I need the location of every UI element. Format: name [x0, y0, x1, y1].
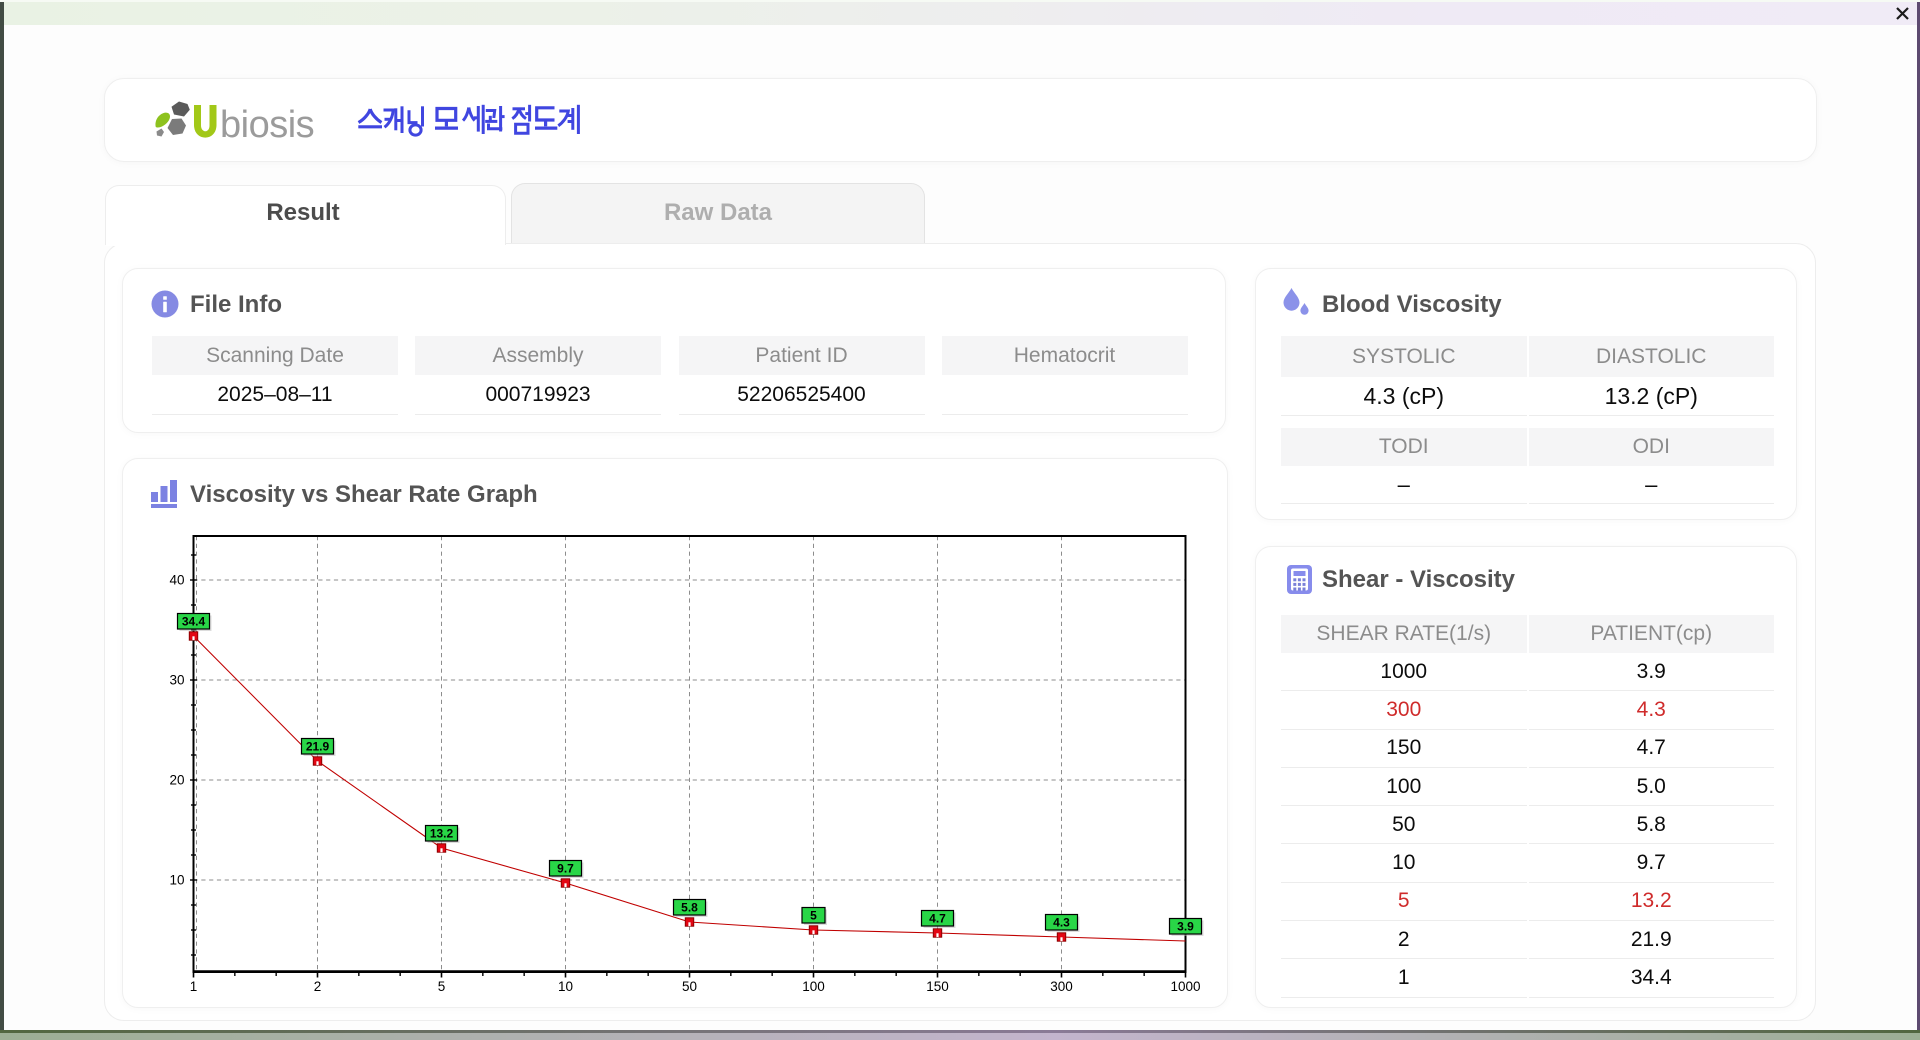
svg-text:5: 5	[810, 909, 817, 923]
svg-text:13.2: 13.2	[430, 827, 454, 841]
svg-text:1: 1	[190, 979, 198, 994]
svg-text:3.9: 3.9	[1177, 920, 1194, 934]
svg-text:9.7: 9.7	[557, 862, 574, 876]
svg-text:100: 100	[802, 979, 825, 994]
svg-text:20: 20	[169, 773, 184, 788]
svg-text:10: 10	[558, 979, 573, 994]
svg-text:biosis: biosis	[220, 104, 314, 142]
svg-text:150: 150	[926, 979, 949, 994]
svg-text:5: 5	[438, 979, 446, 994]
svg-text:40: 40	[169, 573, 184, 588]
svg-text:4.3: 4.3	[1053, 916, 1070, 930]
svg-text:1000: 1000	[1170, 979, 1200, 994]
svg-text:300: 300	[1050, 979, 1073, 994]
svg-text:34.4: 34.4	[182, 615, 206, 629]
svg-text:4.7: 4.7	[929, 912, 946, 926]
svg-text:10: 10	[169, 873, 184, 888]
svg-text:5.8: 5.8	[681, 901, 698, 915]
svg-text:2: 2	[314, 979, 322, 994]
svg-text:21.9: 21.9	[306, 740, 330, 754]
svg-text:50: 50	[682, 979, 697, 994]
svg-text:30: 30	[169, 673, 184, 688]
